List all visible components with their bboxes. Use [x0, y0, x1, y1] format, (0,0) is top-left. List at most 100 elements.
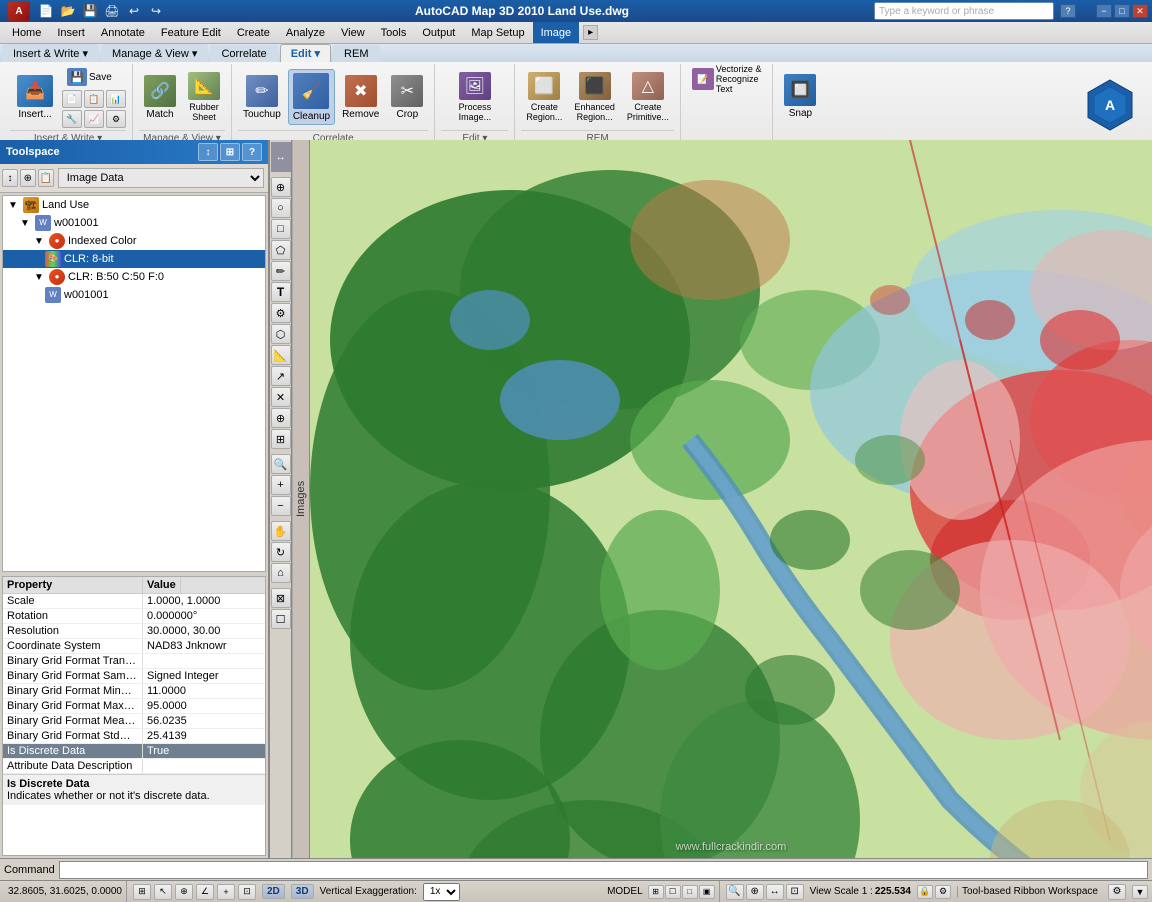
props-row-bg-format-transp[interactable]: Binary Grid Format Transpe	[3, 654, 265, 669]
lt-btn-arrow[interactable]: ↗	[271, 366, 291, 386]
lt-btn-x[interactable]: ✕	[271, 387, 291, 407]
lt-btn-crosshair[interactable]: ⊕	[271, 177, 291, 197]
menu-feature-edit[interactable]: Feature Edit	[153, 22, 229, 43]
maximize-button[interactable]: □	[1114, 4, 1130, 18]
help-button[interactable]: ?	[1060, 4, 1076, 18]
tab-edit[interactable]: Edit ▾	[280, 44, 331, 62]
save-qat-button[interactable]: 💾	[80, 2, 100, 20]
model-btn-3[interactable]: □	[682, 885, 698, 899]
tab-correlate[interactable]: Correlate	[210, 45, 277, 62]
lt-btn-grid[interactable]: ⊞	[271, 429, 291, 449]
toolspace-btn-3[interactable]: ?	[242, 143, 262, 161]
toolspace-dropdown[interactable]: Image Data	[58, 168, 264, 188]
menu-image[interactable]: Image	[533, 22, 580, 43]
vert-exag-select[interactable]: 1x 2x 5x	[423, 883, 460, 901]
status-btn-3d[interactable]: 3D	[291, 884, 314, 899]
map-area[interactable]: www.fullcrackindir.com	[310, 140, 1152, 858]
lt-btn-pan[interactable]: ✋	[271, 521, 291, 541]
ribbon-btn-insert[interactable]: 📥 Insert...	[10, 69, 60, 125]
props-row-resolution[interactable]: Resolution 30.0000, 30.00	[3, 624, 265, 639]
props-row-bg-stddev[interactable]: Binary Grid Format StdDev 25.4139	[3, 729, 265, 744]
ribbon-btn-touchup[interactable]: ✏ Touchup	[238, 69, 286, 125]
new-button[interactable]: 📄	[36, 2, 56, 20]
lt-nav-btn[interactable]: ↔	[271, 142, 291, 172]
menu-map-setup[interactable]: Map Setup	[463, 22, 532, 43]
status-btn-2d[interactable]: 2D	[262, 884, 285, 899]
ribbon-small-btn-4[interactable]: 🔧	[62, 110, 82, 128]
ribbon-btn-rubber-sheet[interactable]: 📐 RubberSheet	[183, 69, 225, 125]
zoom-btn-1[interactable]: 🔍	[726, 884, 744, 900]
props-row-bg-mean[interactable]: Binary Grid Format MeanVa 56.0235	[3, 714, 265, 729]
lt-btn-polygon[interactable]: ⬠	[271, 240, 291, 260]
lt-btn-settings[interactable]: ⚙	[271, 303, 291, 323]
tree-item-clr-b50[interactable]: ▼ ● CLR: B:50 C:50 F:0	[3, 268, 265, 286]
ribbon-btn-remove[interactable]: ✖ Remove	[337, 69, 384, 125]
tree-item-clr-8bit[interactable]: 🎨 CLR: 8-bit	[3, 250, 265, 268]
ts-tool-1[interactable]: ↕	[2, 169, 18, 187]
lt-btn-text[interactable]: T	[271, 282, 291, 302]
ribbon-btn-enhanced-region[interactable]: ⬛ EnhancedRegion...	[569, 69, 620, 125]
lt-btn-circle[interactable]: ○	[271, 198, 291, 218]
lt-btn-hex[interactable]: ⬡	[271, 324, 291, 344]
ribbon-small-btn-5[interactable]: 📈	[84, 110, 104, 128]
ribbon-small-btn-3[interactable]: 📊	[106, 90, 126, 108]
ts-tool-2[interactable]: ⊕	[20, 169, 36, 187]
status-btn-grid[interactable]: ⊞	[133, 884, 151, 900]
props-row-discrete[interactable]: Is Discrete Data True	[3, 744, 265, 759]
ribbon-btn-process-image[interactable]: 🖼 ProcessImage...	[454, 69, 497, 125]
minimize-button[interactable]: −	[1096, 4, 1112, 18]
lt-btn-home[interactable]: ⌂	[271, 563, 291, 583]
redo-button[interactable]: ↪	[146, 2, 166, 20]
toolspace-btn-1[interactable]: ↕	[198, 143, 218, 161]
lt-btn-square[interactable]: □	[271, 219, 291, 239]
undo-button[interactable]: ↩	[124, 2, 144, 20]
status-btn-cursor[interactable]: ↖	[154, 884, 172, 900]
ribbon-btn-crop[interactable]: ✂ Crop	[386, 69, 428, 125]
zoom-btn-4[interactable]: ⊡	[786, 884, 804, 900]
open-button[interactable]: 📂	[58, 2, 78, 20]
model-btn-4[interactable]: ▣	[699, 885, 715, 899]
lt-btn-plus[interactable]: ⊕	[271, 408, 291, 428]
tree-item-indexed-color[interactable]: ▼ ● Indexed Color	[3, 232, 265, 250]
lt-btn-zoom-out[interactable]: −	[271, 496, 291, 516]
tab-manage-view[interactable]: Manage & View ▾	[101, 44, 208, 62]
command-input[interactable]	[59, 861, 1148, 879]
ts-tool-3[interactable]: 📋	[38, 169, 54, 187]
ribbon-small-btn-2[interactable]: 📋	[84, 90, 104, 108]
print-button[interactable]: 🖨	[102, 2, 122, 20]
ribbon-btn-create-region[interactable]: ⬜ CreateRegion...	[521, 69, 567, 125]
status-btn-4[interactable]: +	[217, 884, 235, 900]
menu-insert[interactable]: Insert	[49, 22, 93, 43]
ribbon-btn-snap[interactable]: 🔲 Snap	[779, 66, 821, 126]
zoom-btn-2[interactable]: ⊕	[746, 884, 764, 900]
props-row-coord-system[interactable]: Coordinate System NAD83 Jnknowr	[3, 639, 265, 654]
props-row-bg-max[interactable]: Binary Grid Format MaxValu 95.0000	[3, 699, 265, 714]
menu-extra[interactable]: ▸	[583, 25, 598, 40]
lt-btn-measure[interactable]: 📐	[271, 345, 291, 365]
menu-create[interactable]: Create	[229, 22, 278, 43]
search-box[interactable]: Type a keyword or phrase	[874, 2, 1054, 20]
status-btn-angle[interactable]: ∠	[196, 884, 214, 900]
props-row-rotation[interactable]: Rotation 0.000000°	[3, 609, 265, 624]
ribbon-btn-match[interactable]: 🔗 Match	[139, 69, 181, 125]
menu-tools[interactable]: Tools	[373, 22, 415, 43]
images-side-tab[interactable]: Images	[292, 140, 310, 858]
props-row-attr-desc[interactable]: Attribute Data Description	[3, 759, 265, 774]
menu-annotate[interactable]: Annotate	[93, 22, 153, 43]
ribbon-btn-create-primitive[interactable]: △ CreatePrimitive...	[622, 69, 674, 125]
close-button[interactable]: ✕	[1132, 4, 1148, 18]
lt-btn-3d[interactable]: ☐	[271, 609, 291, 629]
status-btn-snap[interactable]: ⊕	[175, 884, 193, 900]
props-row-scale[interactable]: Scale 1.0000, 1.0000	[3, 594, 265, 609]
lt-btn-pencil[interactable]: ✏	[271, 261, 291, 281]
lt-btn-zoom-in[interactable]: +	[271, 475, 291, 495]
workspace-btn[interactable]: ⚙	[1108, 884, 1126, 900]
toolspace-btn-2[interactable]: ⊞	[220, 143, 240, 161]
lt-btn-zoom[interactable]: 🔍	[271, 454, 291, 474]
menu-analyze[interactable]: Analyze	[278, 22, 333, 43]
model-btn-2[interactable]: ☐	[665, 885, 681, 899]
tab-insert-write[interactable]: Insert & Write ▾	[2, 44, 99, 62]
tree-item-w001001-bottom[interactable]: W w001001	[3, 286, 265, 304]
ribbon-btn-cleanup[interactable]: 🧹 Cleanup	[288, 69, 335, 125]
lt-btn-extent[interactable]: ⊠	[271, 588, 291, 608]
